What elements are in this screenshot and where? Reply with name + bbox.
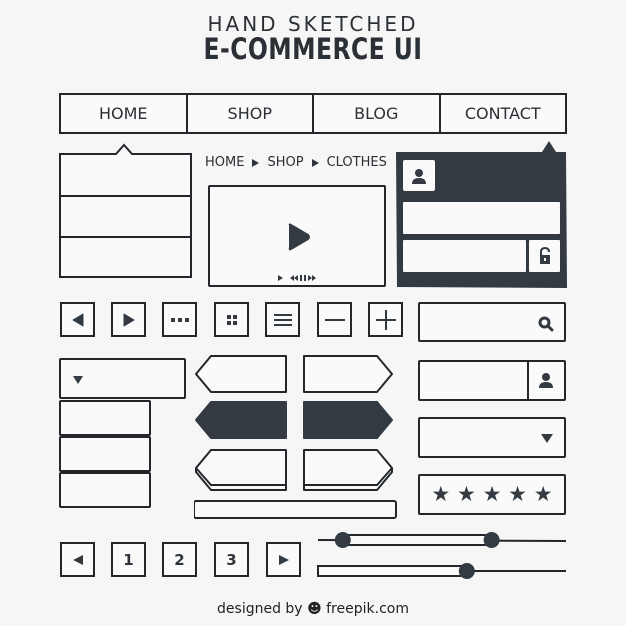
nav-item-shop[interactable]: SHOP [188, 95, 314, 132]
minus-button[interactable] [317, 302, 352, 337]
back-arrow-button-filled[interactable] [195, 401, 287, 439]
nav-bar: HOME SHOP BLOG CONTACT [59, 93, 567, 134]
range-slider-high-handle[interactable] [483, 532, 500, 548]
user-icon[interactable] [538, 372, 554, 388]
dropdown-menu-item[interactable] [61, 197, 190, 236]
star-icon[interactable]: ★ [534, 484, 553, 505]
slider-fill [317, 565, 468, 577]
sliders [317, 532, 567, 579]
rewind-icon[interactable] [290, 275, 298, 281]
arrow-right-icon [123, 313, 134, 326]
triangle-right-icon [311, 158, 319, 167]
freepik-logo-icon: ☻ [307, 601, 322, 617]
back-arrow-button[interactable] [195, 355, 287, 393]
title-line-2: E-COMMERCE UI [203, 32, 423, 66]
footer-credit: designed by ☻ freepik.com [0, 601, 626, 617]
play-icon[interactable] [287, 223, 311, 251]
video-player[interactable] [208, 185, 386, 287]
user-input[interactable] [418, 360, 566, 401]
unlock-button[interactable] [529, 240, 560, 272]
prev-button[interactable] [60, 302, 95, 337]
star-icon[interactable]: ★ [483, 484, 502, 505]
pagination-page-2[interactable]: 2 [162, 542, 197, 577]
arrow-left-icon [72, 313, 83, 326]
more-button[interactable] [162, 302, 197, 337]
select-field[interactable] [418, 417, 566, 458]
pagination-next[interactable] [266, 542, 301, 577]
list-view-button[interactable] [265, 302, 300, 337]
search-input[interactable] [424, 308, 532, 336]
next-button[interactable] [111, 302, 146, 337]
nav-item-home[interactable]: HOME [61, 95, 188, 132]
forward-arrow-button-filled[interactable] [303, 401, 393, 439]
password-field[interactable] [403, 240, 526, 272]
breadcrumb-shop[interactable]: SHOP [267, 155, 303, 170]
plus-button[interactable] [368, 302, 403, 337]
star-icon[interactable]: ★ [457, 484, 476, 505]
star-rating[interactable]: ★ ★ ★ ★ ★ [418, 474, 566, 515]
pause-icon[interactable] [300, 275, 302, 281]
nav-item-blog[interactable]: BLOG [314, 95, 441, 132]
slider-handle[interactable] [458, 563, 475, 579]
avatar[interactable] [403, 160, 435, 191]
caret-down-icon [73, 376, 83, 384]
breadcrumb-clothes[interactable]: CLOTHES [327, 155, 387, 170]
fast-forward-icon[interactable] [308, 275, 316, 281]
pagination-page-1[interactable]: 1 [111, 542, 146, 577]
username-field[interactable] [403, 202, 560, 234]
more-dots-icon [170, 317, 189, 322]
range-slider-low-handle[interactable] [334, 532, 351, 548]
select-option[interactable] [59, 436, 151, 472]
star-icon[interactable]: ★ [431, 484, 450, 505]
search-icon[interactable] [538, 316, 554, 332]
arrow-buttons [194, 355, 397, 519]
menu-icon [273, 313, 292, 326]
caret-down-icon [541, 434, 553, 443]
arrow-left-icon [72, 554, 83, 565]
forward-arrow-button[interactable] [303, 355, 393, 393]
video-controls [278, 275, 316, 281]
range-slider-fill [341, 534, 493, 546]
select-option[interactable] [59, 472, 151, 508]
triangle-right-icon [252, 158, 260, 167]
nav-item-contact[interactable]: CONTACT [441, 95, 566, 132]
minus-icon [324, 318, 345, 321]
select-dropdown[interactable] [59, 358, 186, 399]
dropdown-menu-item[interactable] [61, 238, 190, 276]
grid-icon [226, 314, 237, 325]
star-icon[interactable]: ★ [508, 484, 527, 505]
pagination-prev[interactable] [60, 542, 95, 577]
select-option[interactable] [59, 400, 151, 436]
footer-prefix: designed by [217, 601, 303, 617]
dropdown-menu-item[interactable] [61, 155, 190, 195]
plus-icon [375, 309, 396, 330]
user-icon [412, 168, 426, 184]
pagination-page-3[interactable]: 3 [214, 542, 249, 577]
arrow-right-icon [278, 554, 289, 565]
search-field[interactable] [418, 302, 566, 342]
breadcrumb: HOME SHOP CLOTHES [205, 155, 387, 170]
footer-brand[interactable]: freepik.com [326, 601, 409, 617]
play-icon[interactable] [278, 275, 283, 281]
unlock-icon [539, 247, 550, 264]
progress-bar [194, 500, 397, 519]
grid-view-button[interactable] [214, 302, 249, 337]
dropdown-menu [59, 143, 192, 278]
breadcrumb-home[interactable]: HOME [205, 155, 244, 170]
